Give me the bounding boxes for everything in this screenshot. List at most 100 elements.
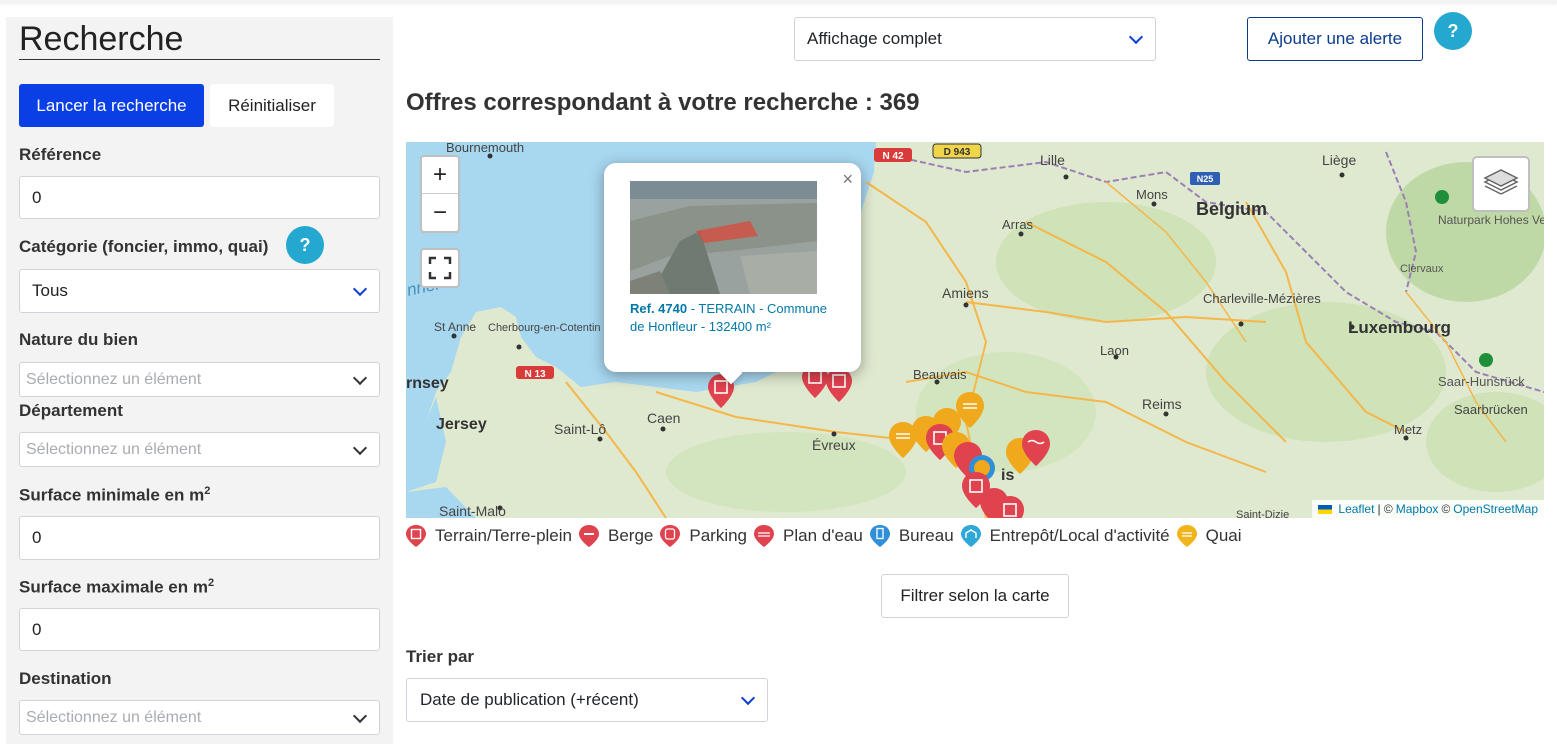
nature-placeholder: Sélectionnez un élément <box>26 370 202 388</box>
zoom-control: + − <box>420 155 460 233</box>
map-label: Mons <box>1136 187 1168 202</box>
offers-map[interactable]: N 42 D 943 N25 N 13 Bournemouth Lille Li… <box>406 142 1544 518</box>
mapbox-link[interactable]: Mapbox <box>1396 502 1439 516</box>
results-title: Offres correspondant à votre recherche :… <box>406 89 920 116</box>
map-label: Clervaux <box>1400 263 1444 275</box>
chevron-down-icon <box>1128 29 1144 45</box>
surface-min-input[interactable]: 0 <box>19 516 380 560</box>
category-value: Tous <box>32 281 68 300</box>
berge-icon <box>579 525 599 547</box>
destination-placeholder: Sélectionnez un élément <box>26 708 202 726</box>
map-label: Saarbrücken <box>1454 402 1528 417</box>
popup-description[interactable]: Ref. 4740 - TERRAIN - Commune de Honfleu… <box>630 300 830 336</box>
chevron-down-icon <box>352 440 368 455</box>
nature-label: Nature du bien <box>19 330 139 349</box>
parking-icon <box>660 525 681 547</box>
surface-max-value: 0 <box>32 619 42 639</box>
map-label: is <box>1001 467 1014 484</box>
sidebar-title: Recherche <box>19 21 380 60</box>
popup-ref[interactable]: Ref. 4740 <box>630 301 687 316</box>
add-alert-button[interactable]: Ajouter une alerte <box>1247 17 1423 61</box>
sort-select[interactable]: Date de publication (+récent) <box>406 678 768 722</box>
map-label: Amiens <box>942 285 989 301</box>
category-label: Catégorie (foncier, immo, quai) <box>19 237 269 256</box>
map-label: Arras <box>1002 217 1034 232</box>
road-label: N 42 <box>882 151 904 162</box>
surface-min-label: Surface minimale en m2 <box>19 485 211 505</box>
category-select[interactable]: Tous <box>19 269 380 313</box>
osm-link[interactable]: OpenStreetMap <box>1453 502 1538 516</box>
zoom-in-button[interactable]: + <box>422 157 458 194</box>
road-label: N 13 <box>524 369 546 380</box>
attribution-copy: © <box>1441 502 1451 516</box>
reset-button[interactable]: Réinitialiser <box>210 84 334 127</box>
department-select[interactable]: Sélectionnez un élément <box>19 432 380 467</box>
sort-label: Trier par <box>406 647 475 666</box>
surface-max-label: Surface maximale en m2 <box>19 577 215 597</box>
reference-value: 0 <box>32 187 42 207</box>
map-label: Saint-Malo <box>439 503 506 518</box>
map-label: Lille <box>1040 152 1065 168</box>
legend-item: Quai <box>1176 525 1242 547</box>
map-label: Belgium <box>1196 199 1267 219</box>
fullscreen-button[interactable] <box>420 248 460 288</box>
display-mode-select[interactable]: Affichage complet <box>794 17 1156 61</box>
category-help-button[interactable]: ? <box>286 226 324 264</box>
offer-popup: × Ref. 4740 - TERRAIN - Commune de Honfl… <box>604 163 861 385</box>
legend-item: Parking <box>660 525 747 547</box>
map-label: Caen <box>647 410 680 426</box>
search-sidebar: Recherche Lancer la recherche Réinitiali… <box>6 17 393 744</box>
popup-close-button[interactable]: × <box>842 169 853 190</box>
offer-thumbnail[interactable] <box>630 181 817 294</box>
header-help-button[interactable]: ? <box>1434 12 1472 50</box>
legend-item: Bureau <box>869 525 954 547</box>
attribution-separator: | © <box>1377 502 1393 516</box>
map-label: Laon <box>1100 343 1129 358</box>
map-label: Saar-Hunsrück <box>1438 374 1525 389</box>
bureau-icon <box>869 525 890 547</box>
department-label: Département <box>19 401 123 420</box>
map-label: Évreux <box>812 437 856 453</box>
map-label: St Anne <box>434 320 476 334</box>
map-label: Charleville-Mézières <box>1203 291 1321 306</box>
terrain-icon <box>406 525 426 547</box>
chevron-down-icon <box>740 690 756 706</box>
nature-select[interactable]: Sélectionnez un élément <box>19 362 380 397</box>
layers-button[interactable] <box>1472 156 1530 212</box>
destination-select[interactable]: Sélectionnez un élément <box>19 700 380 735</box>
surface-min-value: 0 <box>32 528 42 547</box>
filter-by-map-button[interactable]: Filtrer selon la carte <box>881 574 1069 618</box>
sort-value: Date de publication (+récent) <box>420 690 639 709</box>
road-label: N25 <box>1197 174 1214 184</box>
legend-item: Entrepôt/Local d'activité <box>960 525 1170 547</box>
chevron-down-icon <box>352 708 368 723</box>
map-label: Reims <box>1142 396 1182 412</box>
chevron-down-icon <box>352 370 368 385</box>
department-placeholder: Sélectionnez un élément <box>26 440 202 458</box>
entrepot-icon <box>960 525 981 547</box>
map-label: Luxembourg <box>1348 318 1451 337</box>
top-divider <box>0 0 1557 3</box>
legend-item: Terrain/Terre-plein <box>406 525 572 547</box>
map-label: Naturpark Hohes Venn-Eifel <box>1438 213 1544 227</box>
map-label: Saint-Lô <box>554 421 606 437</box>
display-mode-value: Affichage complet <box>807 29 942 48</box>
map-label: Bournemouth <box>446 142 524 155</box>
leaflet-link[interactable]: Leaflet <box>1338 502 1374 516</box>
fullscreen-icon <box>428 256 452 280</box>
map-label: Metz <box>1394 422 1422 437</box>
reference-input[interactable]: 0 <box>19 176 380 219</box>
search-button[interactable]: Lancer la recherche <box>19 84 204 127</box>
reference-label: Référence <box>19 145 102 164</box>
surface-max-input[interactable]: 0 <box>19 608 380 651</box>
ukraine-flag-icon <box>1318 504 1333 514</box>
map-label: Liège <box>1322 152 1356 168</box>
destination-label: Destination <box>19 669 112 688</box>
map-label: Jersey <box>436 416 487 433</box>
legend-item: Berge <box>579 525 653 547</box>
zoom-out-button[interactable]: − <box>422 194 458 231</box>
layers-icon <box>1483 169 1519 195</box>
map-label: rnsey <box>406 375 449 392</box>
legend-item: Plan d'eau <box>754 525 863 547</box>
map-label: Saint-Dizie <box>1236 509 1289 518</box>
